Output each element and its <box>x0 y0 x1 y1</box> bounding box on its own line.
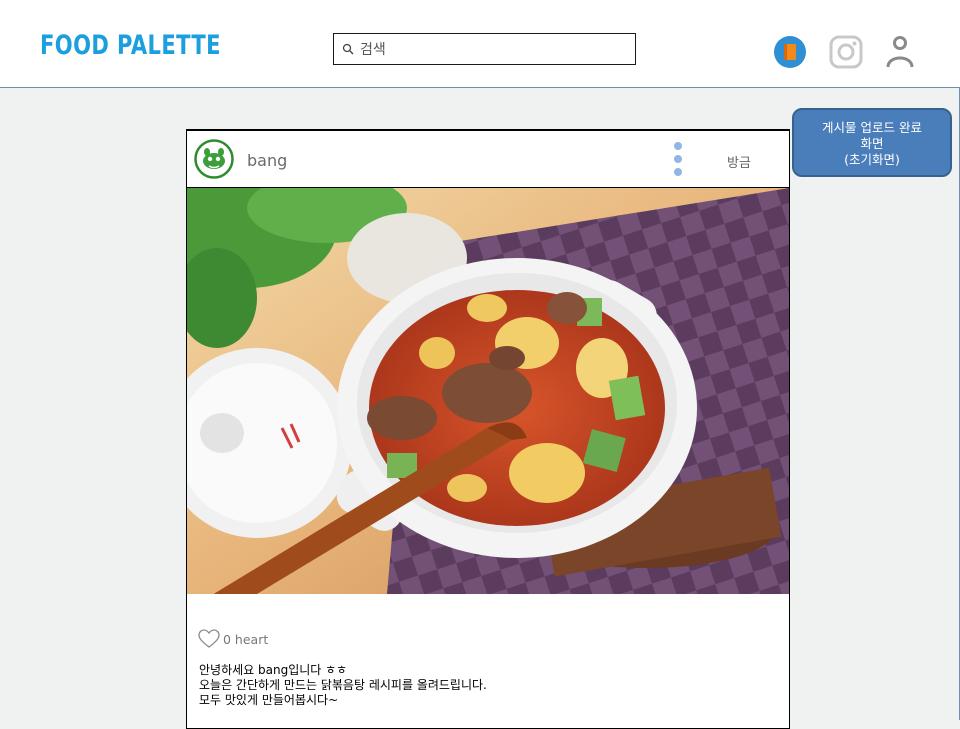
search-input[interactable] <box>358 34 632 66</box>
book-icon[interactable] <box>773 35 807 69</box>
user-icon[interactable] <box>883 35 917 69</box>
username[interactable]: bang <box>247 151 287 170</box>
more-options-icon[interactable] <box>671 139 685 179</box>
annotation-line: (초기화면) <box>844 152 900 167</box>
post-header: bang 방금 <box>187 131 789 188</box>
post-caption: 안녕하세요 bang입니다 ㅎㅎ 오늘은 간단하게 만드는 닭볶음탕 레시피를 … <box>199 663 487 708</box>
caption-line: 모두 맛있게 만들어봅시다~ <box>199 693 339 707</box>
heart-icon[interactable] <box>198 629 220 649</box>
top-header: FOOD PALETTE <box>0 0 960 88</box>
search-icon <box>342 43 354 55</box>
logo[interactable]: FOOD PALETTE <box>40 30 221 61</box>
annotation-line: 화면 <box>860 136 884 151</box>
heart-count: 0 heart <box>223 632 269 647</box>
post-time: 방금 <box>727 156 751 171</box>
food-photo <box>187 188 789 594</box>
annotation-callout: 게시물 업로드 완료 화면 (초기화면) <box>792 108 952 177</box>
instagram-icon[interactable] <box>829 35 863 69</box>
caption-line: 오늘은 간단하게 만드는 닭볶음탕 레시피를 올려드립니다. <box>199 678 487 692</box>
post-card: bang 방금 0 heart 안녕하세요 bang입니다 ㅎㅎ 오늘은 간단하… <box>186 129 790 729</box>
avatar[interactable] <box>194 139 234 179</box>
caption-line: 안녕하세요 bang입니다 ㅎㅎ <box>199 663 348 677</box>
search-box[interactable] <box>333 33 636 66</box>
annotation-line: 게시물 업로드 완료 <box>822 120 922 135</box>
